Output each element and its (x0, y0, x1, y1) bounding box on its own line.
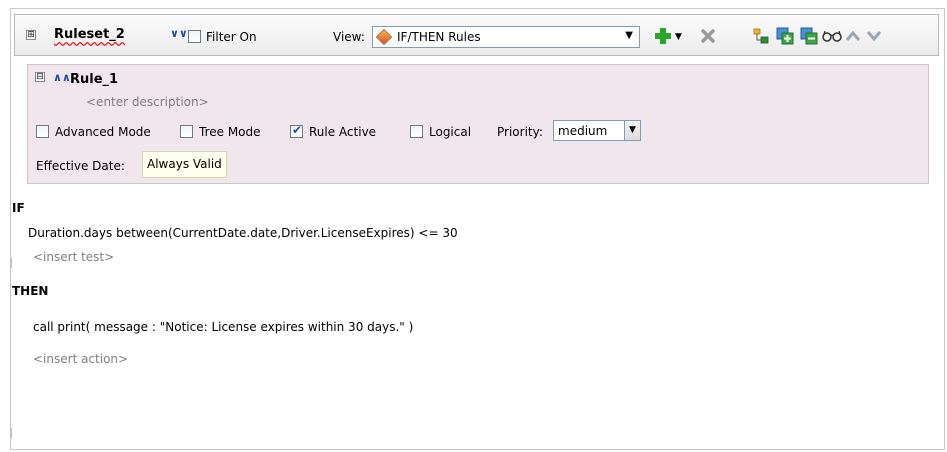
then-action-expression[interactable]: call print( message : "Notice: License e… (33, 320, 413, 334)
ruleset-expand-icon[interactable]: ⊞ (26, 30, 36, 40)
logical-checkbox[interactable] (410, 125, 423, 138)
advanced-mode-label: Advanced Mode (55, 125, 151, 139)
move-up-icon[interactable] (845, 30, 861, 42)
filter-on-checkbox[interactable] (188, 30, 201, 43)
insert-action-placeholder[interactable]: <insert action> (33, 352, 128, 366)
divider (10, 428, 12, 438)
view-select[interactable]: IF/THEN Rules ▼ (372, 26, 640, 48)
rule-name[interactable]: Rule_1 (70, 72, 118, 87)
copy-icon[interactable] (776, 27, 794, 45)
if-test-expression[interactable]: Duration.days between(CurrentDate.date,D… (28, 226, 458, 240)
view-label: View: (333, 30, 365, 44)
rule-collapse-icon[interactable]: ⊟ (35, 72, 45, 82)
tree-mode-label: Tree Mode (199, 125, 261, 139)
tree-icon[interactable] (752, 27, 770, 45)
insert-test-placeholder[interactable]: <insert test> (33, 250, 114, 264)
paste-icon[interactable] (800, 27, 818, 45)
dropdown-arrow-icon[interactable]: ▼ (675, 29, 682, 45)
effective-date-value[interactable]: Always Valid (142, 151, 227, 178)
checkmark-icon: ✔ (292, 123, 303, 137)
chevron-down-icon: ▼ (624, 121, 640, 140)
glasses-icon[interactable] (822, 29, 842, 43)
rule-active-checkbox[interactable]: ✔ (290, 123, 303, 138)
add-icon[interactable] (654, 27, 672, 45)
delete-icon[interactable] (700, 28, 716, 44)
tree-mode-checkbox[interactable] (180, 125, 193, 138)
move-down-icon[interactable] (866, 30, 882, 42)
priority-label: Priority: (497, 125, 543, 139)
chevron-down-icon: ▼ (625, 30, 633, 41)
logical-label: Logical (429, 125, 472, 139)
priority-select[interactable]: medium ▼ (553, 120, 641, 141)
rule-active-label: Rule Active (309, 125, 377, 139)
collapse-chevron-icon[interactable]: ∨∨ (170, 28, 188, 40)
ruleset-name[interactable]: Ruleset_2 (54, 27, 125, 42)
ruleset-gem-icon (375, 28, 393, 46)
rule-description[interactable]: <enter description> (86, 95, 209, 109)
filter-on-label: Filter On (206, 30, 257, 44)
advanced-mode-checkbox[interactable] (36, 125, 49, 138)
if-keyword: IF (12, 201, 25, 215)
then-keyword: THEN (12, 284, 49, 298)
effective-date-label: Effective Date: (36, 159, 125, 173)
expand-chevron-icon[interactable]: ∧∧ (53, 72, 71, 84)
view-select-value: IF/THEN Rules (397, 30, 481, 44)
priority-value: medium (558, 124, 608, 138)
divider (10, 258, 12, 268)
